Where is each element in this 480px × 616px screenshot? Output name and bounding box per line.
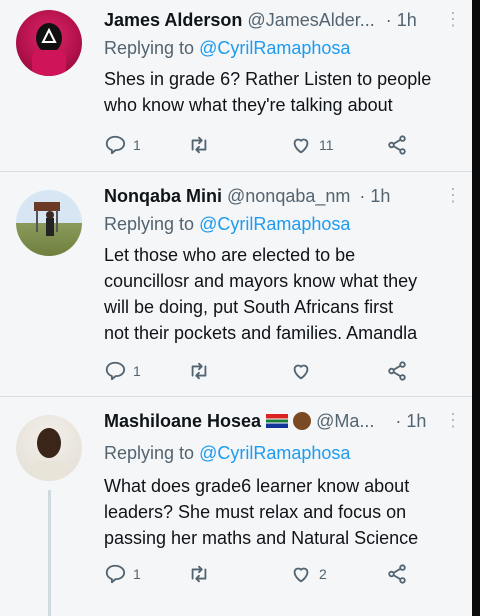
text-line: leaders? She must relax and focus on	[104, 502, 407, 522]
display-name[interactable]: Mashiloane Hosea	[104, 411, 261, 431]
text-line: councillosr and mayors know what they	[104, 271, 418, 291]
replying-prefix: Replying to	[104, 214, 200, 234]
more-icon[interactable]: ⋮	[444, 185, 462, 206]
text-line: who know what they're talking about	[104, 95, 393, 115]
share-icon	[388, 361, 406, 381]
replying-handle[interactable]: @CyrilRamaphosa	[199, 214, 350, 234]
text-line: What does grade6 learner know about	[104, 476, 410, 496]
display-name[interactable]: Nonqaba Mini	[104, 186, 222, 206]
retweet-icon	[191, 136, 207, 154]
user-handle[interactable]: @JamesAlder...	[247, 10, 374, 30]
timestamp[interactable]: · 1h	[359, 186, 390, 206]
share-button[interactable]	[386, 134, 408, 156]
like-icon	[293, 364, 309, 380]
avatar[interactable]	[16, 190, 82, 256]
retweet-button[interactable]	[188, 360, 217, 382]
replying-prefix: Replying to	[104, 443, 200, 463]
more-icon[interactable]: ⋮	[444, 410, 462, 431]
reply-icon	[105, 564, 126, 584]
replying-handle[interactable]: @CyrilRamaphosa	[199, 443, 350, 463]
tweet-1[interactable]: James Alderson @JamesAlder... · 1h ⋮ Rep…	[0, 0, 472, 170]
retweet-button[interactable]	[188, 563, 217, 585]
reply-icon	[105, 361, 126, 381]
flag-emoji	[266, 414, 289, 428]
replying-to: Replying to @CyrilRamaphosa	[104, 214, 350, 235]
tweet-header: James Alderson @JamesAlder... · 1h	[104, 10, 417, 31]
text-line: passing her maths and Natural Science	[104, 528, 419, 548]
like-icon	[293, 138, 309, 154]
reply-count: 1	[133, 137, 141, 153]
replying-prefix: Replying to	[104, 38, 200, 58]
replying-to: Replying to @CyrilRamaphosa	[104, 38, 350, 59]
more-icon[interactable]: ⋮	[444, 9, 462, 30]
tweet-text: Shes in grade 6? Rather Listen to people…	[104, 66, 464, 118]
like-count: 11	[319, 137, 334, 153]
tweet-text: What does grade6 learner know about lead…	[104, 473, 464, 551]
tweet-3[interactable]: Mashiloane Hosea @Ma... · 1h ⋮ Replying …	[0, 397, 472, 616]
like-button[interactable]: 2	[290, 563, 327, 585]
like-button[interactable]	[290, 360, 319, 382]
tweet-2[interactable]: Nonqaba Mini @nonqaba_nm · 1h ⋮ Replying…	[0, 172, 472, 394]
replying-to: Replying to @CyrilRamaphosa	[104, 443, 350, 464]
reply-button[interactable]: 1	[104, 360, 141, 382]
display-name[interactable]: James Alderson	[104, 10, 242, 30]
reply-icon	[105, 135, 126, 155]
share-button[interactable]	[386, 563, 408, 585]
share-icon	[388, 564, 406, 584]
action-bar: 1 11	[104, 134, 424, 158]
retweet-icon	[191, 565, 207, 583]
text-line: Shes in grade 6? Rather Listen to people	[104, 69, 432, 89]
like-button[interactable]: 11	[290, 134, 334, 156]
like-count: 2	[319, 566, 327, 582]
timestamp[interactable]: · 1h	[395, 411, 426, 431]
timestamp[interactable]: · 1h	[386, 10, 417, 30]
retweet-icon	[191, 362, 207, 380]
text-line: not their pockets and families. Amandla	[104, 323, 418, 343]
text-line: will be doing, put South Africans first	[104, 297, 394, 317]
avatar[interactable]	[16, 415, 82, 481]
retweet-button[interactable]	[188, 134, 217, 156]
reply-button[interactable]: 1	[104, 563, 141, 585]
share-icon	[388, 135, 406, 155]
action-bar: 1 2	[104, 563, 424, 587]
fist-emoji	[293, 412, 312, 430]
user-handle[interactable]: @nonqaba_nm	[227, 186, 350, 206]
reply-count: 1	[133, 566, 141, 582]
tweet-header: Mashiloane Hosea @Ma... · 1h	[104, 411, 426, 432]
reply-count: 1	[133, 363, 141, 379]
like-icon	[293, 567, 309, 583]
tweet-text: Let those who are elected to be councill…	[104, 242, 464, 346]
thread-line	[48, 490, 51, 616]
share-button[interactable]	[386, 360, 408, 382]
action-bar: 1	[104, 360, 424, 384]
user-handle[interactable]: @Ma...	[316, 411, 374, 431]
reply-button[interactable]: 1	[104, 134, 141, 156]
text-line: Let those who are elected to be	[104, 245, 356, 265]
tweet-header: Nonqaba Mini @nonqaba_nm · 1h	[104, 186, 390, 207]
reply-thread: James Alderson @JamesAlder... · 1h ⋮ Rep…	[0, 0, 472, 616]
replying-handle[interactable]: @CyrilRamaphosa	[199, 38, 350, 58]
avatar[interactable]	[16, 10, 82, 76]
